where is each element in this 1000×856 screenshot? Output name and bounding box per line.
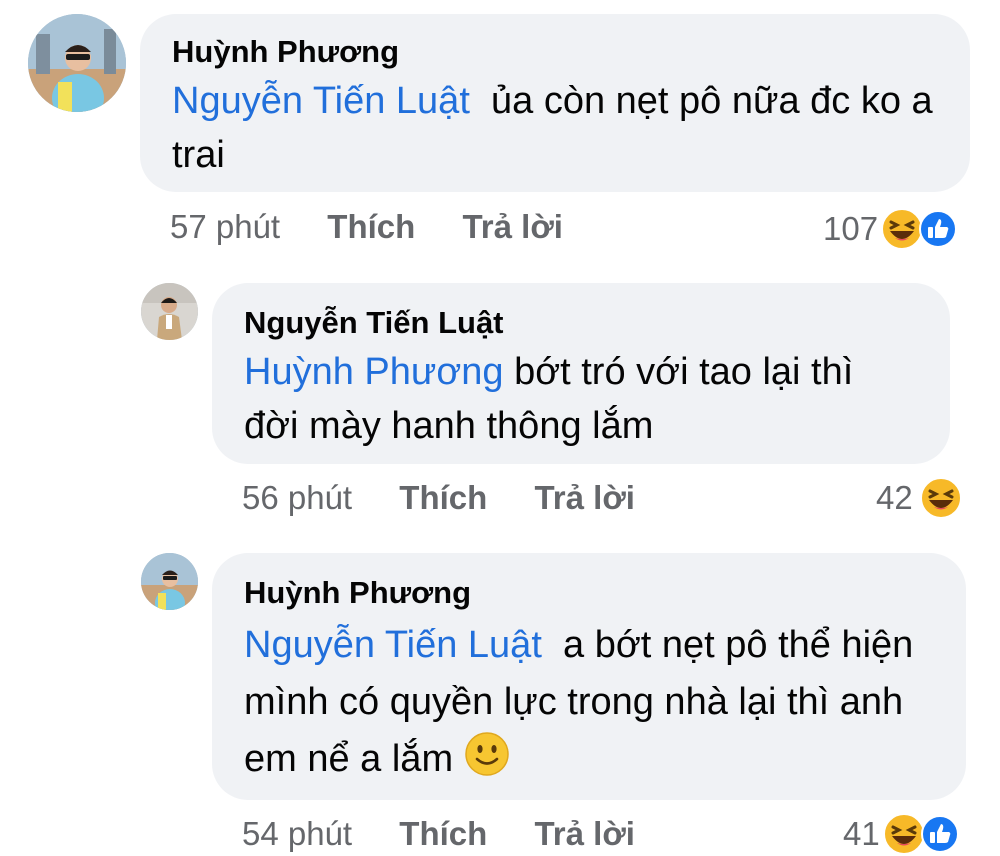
- comment-time[interactable]: 54 phút: [242, 815, 352, 852]
- avatar[interactable]: [141, 553, 198, 610]
- comment-text: Nguyễn Tiến Luật a bớt nẹt pô thể hiện m…: [244, 617, 934, 788]
- comment-meta: 56 phút Thích Trả lời: [242, 478, 635, 518]
- comment-author[interactable]: Huỳnh Phương: [172, 34, 938, 70]
- like-button[interactable]: Thích: [399, 479, 487, 516]
- slightly-smiling-icon: [464, 732, 509, 776]
- comment-time[interactable]: 57 phút: [170, 208, 280, 245]
- reply-button[interactable]: Trả lời: [462, 208, 563, 245]
- comment-text: Huỳnh Phương bớt tró với tao lại thì đời…: [244, 345, 918, 453]
- comment-text: Nguyễn Tiến Luật ủa còn nẹt pô nữa đc ko…: [172, 74, 938, 182]
- mention-link[interactable]: Nguyễn Tiến Luật: [172, 80, 470, 122]
- avatar[interactable]: [28, 14, 126, 112]
- like-icon: [920, 815, 959, 853]
- reaction-summary[interactable]: 107: [823, 207, 958, 251]
- mention-link[interactable]: Nguyễn Tiến Luật: [244, 624, 542, 666]
- like-button[interactable]: Thích: [327, 208, 415, 245]
- avatar[interactable]: [141, 283, 198, 340]
- reaction-count: 107: [823, 210, 879, 247]
- like-button[interactable]: Thích: [399, 815, 487, 852]
- reaction-summary[interactable]: 41: [843, 812, 960, 856]
- comment-bubble: Huỳnh Phương Nguyễn Tiến Luật ủa còn nẹt…: [140, 14, 970, 192]
- comment-bubble: Huỳnh Phương Nguyễn Tiến Luật a bớt nẹt …: [212, 553, 966, 800]
- reaction-count: 42: [876, 479, 913, 516]
- reaction-count: 41: [843, 815, 880, 852]
- comment-author[interactable]: Nguyễn Tiến Luật: [244, 305, 918, 341]
- comment-time[interactable]: 56 phút: [242, 479, 352, 516]
- comment-meta: 54 phút Thích Trả lời: [242, 814, 635, 854]
- mention-link[interactable]: Huỳnh Phương: [244, 351, 504, 393]
- comment-author[interactable]: Huỳnh Phương: [244, 575, 934, 611]
- comment-meta: 57 phút Thích Trả lời: [170, 207, 563, 247]
- haha-icon: [919, 477, 962, 519]
- reply-button[interactable]: Trả lời: [534, 815, 635, 852]
- reply-button[interactable]: Trả lời: [534, 479, 635, 516]
- like-icon: [919, 210, 958, 248]
- reaction-summary[interactable]: 42: [876, 476, 963, 520]
- comment-bubble: Nguyễn Tiến Luật Huỳnh Phương bớt tró vớ…: [212, 283, 950, 464]
